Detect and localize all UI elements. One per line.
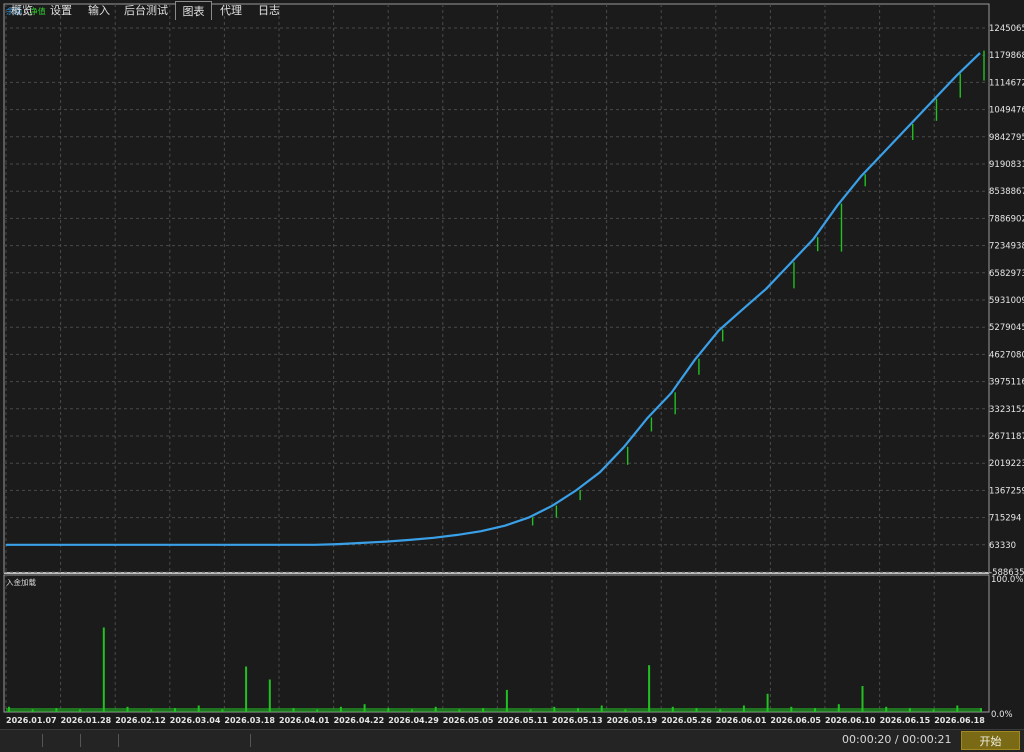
y-tick-label: 10494760: [989, 106, 1024, 116]
timer: 00:00:20 / 00:00:21: [842, 733, 952, 746]
tab-journal-label: 日志: [258, 4, 280, 17]
y-tick-label: 63330: [989, 541, 1016, 551]
tab-settings-label: 设置: [50, 4, 72, 17]
y-tick-label: 7234938: [989, 242, 1024, 252]
x-tick-label: 2026.04.29: [388, 716, 439, 725]
x-tick-label: 2026.05.11: [497, 716, 548, 725]
y-tick-label: 9190831: [989, 160, 1024, 170]
x-tick-label: 2026.06.18: [934, 716, 985, 725]
y-tick-label: 4627080: [989, 350, 1024, 360]
tab-agents-label: 代理: [220, 4, 242, 17]
y-tick-label: 12450653: [989, 24, 1024, 34]
deposit-load-bars: [6, 627, 982, 712]
deposit-load-bar: [102, 627, 105, 712]
subchart-title: 入金加载: [6, 578, 36, 587]
x-tick-label: 2026.01.07: [6, 716, 57, 725]
chart-area: 12450653 11798688 11146724 10494760 9842795 9…: [0, 0, 1024, 728]
y-tick-label: 715294: [989, 514, 1021, 524]
grid: [4, 4, 989, 712]
y-tick-label: 5931009: [989, 296, 1024, 306]
x-tick-label: 2026.04.01: [279, 716, 330, 725]
y-tick-label: 3323152: [989, 405, 1024, 415]
deposit-load-bar: [648, 665, 651, 712]
tab-overview-label: 概览: [11, 4, 33, 17]
tab-journal[interactable]: 日志: [252, 1, 286, 20]
tab-separator: [42, 734, 43, 747]
y-tick-label: 8538867: [989, 187, 1024, 197]
tab-separator: [118, 734, 119, 747]
tab-inputs-label: 输入: [88, 4, 110, 17]
y-tick-label: 9842795: [989, 133, 1024, 143]
start-button[interactable]: 开始: [961, 731, 1020, 750]
x-tick-label: 2026.05.26: [661, 716, 712, 725]
deposit-load-bar: [245, 666, 248, 712]
tab-inputs[interactable]: 输入: [82, 1, 116, 20]
equity-series: [531, 50, 985, 526]
tab-chart[interactable]: 图表: [175, 1, 212, 20]
x-tick-label: 2026.03.18: [224, 716, 275, 725]
balance-line: [6, 52, 981, 546]
tab-separator: [250, 734, 251, 747]
x-tick-label: 2026.06.10: [825, 716, 876, 725]
tab-chart-label: 图表: [182, 5, 205, 18]
deposit-load-bar: [980, 708, 982, 712]
timer-total: 00:00:21: [902, 733, 952, 746]
deposit-load-baseline: [6, 708, 980, 712]
tab-backtest[interactable]: 后台测试: [120, 1, 172, 20]
x-tick-label: 2026.06.01: [716, 716, 767, 725]
y-axis: 12450653 11798688 11146724 10494760 9842795 9…: [989, 24, 1024, 578]
x-tick-label: 2026.01.28: [61, 716, 112, 725]
tab-settings[interactable]: 设置: [44, 1, 78, 20]
main-chart-border: [3, 3, 990, 574]
tab-separator: [80, 734, 81, 747]
y-tick-label: 6582973: [989, 269, 1024, 279]
deposit-load-bar: [268, 679, 271, 712]
subchart-bottom-label: 0.0%: [991, 710, 1013, 720]
x-tick-label: 2026.05.19: [607, 716, 658, 725]
x-tick-label: 2026.06.05: [770, 716, 821, 725]
x-tick-label: 2026.02.12: [115, 716, 166, 725]
sub-chart-border: [3, 574, 990, 713]
y-tick-label: 5279045: [989, 323, 1024, 333]
tab-overview[interactable]: 概览: [4, 1, 40, 20]
subchart-top-label: 100.0%: [991, 575, 1023, 585]
y-tick-label: 2019223: [989, 459, 1024, 469]
tab-agents[interactable]: 代理: [214, 1, 248, 20]
tab-backtest-label: 后台测试: [124, 4, 168, 17]
y-tick-label: 1367259: [989, 486, 1024, 496]
timer-elapsed: 00:00:20: [842, 733, 892, 746]
x-tick-label: 2026.06.15: [880, 716, 931, 725]
x-tick-label: 2026.05.13: [552, 716, 603, 725]
y-tick-label: 11798688: [989, 51, 1024, 61]
x-tick-label: 2026.04.22: [334, 716, 385, 725]
y-tick-label: 7886902: [989, 214, 1024, 224]
x-tick-label: 2026.03.04: [170, 716, 221, 725]
y-tick-label: 2671187: [989, 432, 1024, 442]
y-tick-label: 11146724: [989, 78, 1024, 88]
y-tick-label: 3975116: [989, 378, 1024, 388]
chart-svg: 12450653 11798688 11146724 10494760 9842795 9…: [3, 3, 1024, 725]
x-tick-label: 2026.05.05: [443, 716, 494, 725]
x-axis: 2026.01.07 2026.01.28 2026.02.12 2026.03.04…: [6, 716, 985, 725]
